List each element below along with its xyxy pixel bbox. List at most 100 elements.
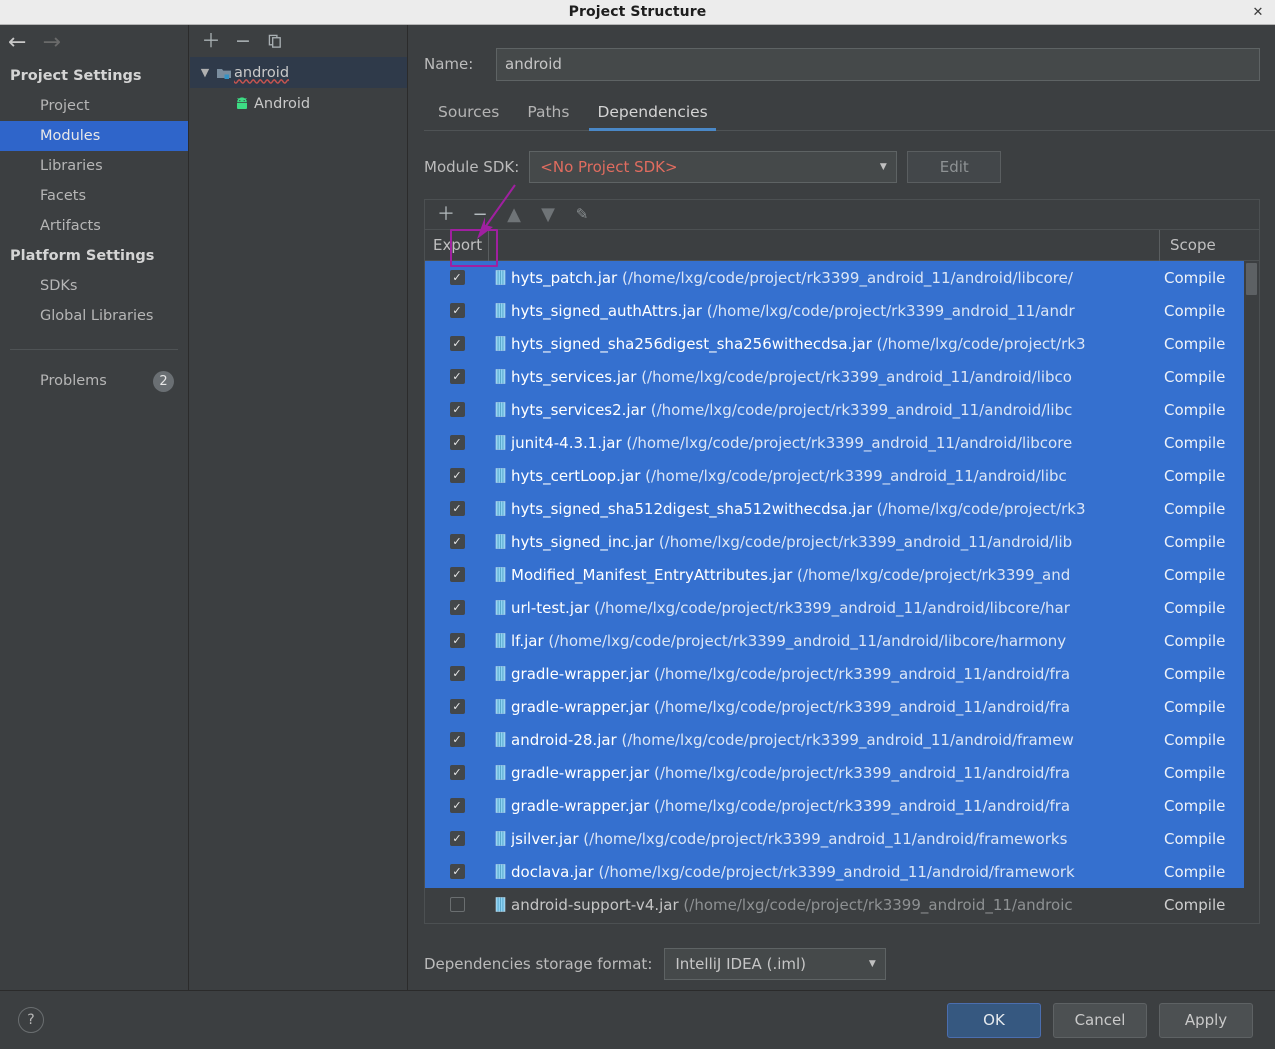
table-row[interactable]: ✓ hyts_signed_inc.jar (/home/lxg/code/pro… [425, 525, 1259, 558]
export-checkbox[interactable]: ✓ [449, 732, 465, 747]
column-header-name[interactable] [489, 230, 1160, 261]
export-checkbox[interactable]: ✓ [449, 765, 465, 780]
sidebar-item-libraries[interactable]: Libraries [0, 151, 188, 181]
table-row[interactable]: ✓ hyts_services2.jar (/home/lxg/code/proj… [425, 393, 1259, 426]
export-checkbox[interactable]: ✓ [449, 567, 465, 582]
scope-value: Compile [1164, 466, 1226, 485]
export-checkbox-cell[interactable] [425, 897, 489, 912]
export-checkbox[interactable]: ✓ [449, 831, 465, 846]
table-row[interactable]: android-support-v4.jar (/home/lxg/code/p… [425, 888, 1259, 921]
export-checkbox-cell[interactable]: ✓ [425, 699, 489, 714]
export-checkbox-cell[interactable]: ✓ [425, 534, 489, 549]
export-checkbox[interactable]: ✓ [449, 534, 465, 549]
apply-button[interactable]: Apply [1159, 1002, 1253, 1038]
export-checkbox[interactable]: ✓ [449, 303, 465, 318]
tab-sources[interactable]: Sources [424, 103, 513, 130]
table-row[interactable]: ✓ hyts_signed_authAttrs.jar (/home/lxg/co… [425, 294, 1259, 327]
sidebar-item-global-libraries[interactable]: Global Libraries [0, 301, 188, 331]
table-row[interactable]: ✓ android-28.jar (/home/lxg/code/project/… [425, 723, 1259, 756]
export-checkbox[interactable]: ✓ [449, 402, 465, 417]
export-checkbox[interactable]: ✓ [449, 798, 465, 813]
copy-icon[interactable] [264, 30, 286, 52]
export-checkbox-cell[interactable]: ✓ [425, 831, 489, 846]
edit-sdk-button[interactable]: Edit [907, 151, 1002, 183]
scrollbar-thumb[interactable] [1246, 263, 1257, 295]
export-checkbox[interactable]: ✓ [449, 600, 465, 615]
table-row[interactable]: ✓ gradle-wrapper.jar (/home/lxg/code/proj… [425, 789, 1259, 822]
tab-dependencies[interactable]: Dependencies [583, 103, 721, 131]
arrow-right-icon[interactable]: → [42, 32, 60, 54]
table-row[interactable]: ✓ hyts_certLoop.jar (/home/lxg/code/proje… [425, 459, 1259, 492]
export-checkbox-cell[interactable]: ✓ [425, 501, 489, 516]
table-row[interactable]: ✓ hyts_services.jar (/home/lxg/code/proje… [425, 360, 1259, 393]
add-icon[interactable]: ＋ [200, 30, 222, 52]
export-checkbox[interactable]: ✓ [449, 864, 465, 879]
tab-paths[interactable]: Paths [513, 103, 583, 130]
export-checkbox-cell[interactable]: ✓ [425, 369, 489, 384]
export-checkbox-cell[interactable]: ✓ [425, 270, 489, 285]
table-row[interactable]: ✓ junit4-4.3.1.jar (/home/lxg/code/projec… [425, 426, 1259, 459]
chevron-down-icon[interactable]: ▼ [196, 66, 214, 79]
column-header-export[interactable]: Export [425, 230, 489, 261]
storage-format-select[interactable]: IntelliJ IDEA (.iml) ▼ [664, 947, 887, 980]
export-checkbox-cell[interactable]: ✓ [425, 567, 489, 582]
table-row[interactable]: ✓ gradle-wrapper.jar (/home/lxg/code/proj… [425, 657, 1259, 690]
tree-node-android-module[interactable]: ▼ android [190, 57, 407, 88]
close-icon[interactable]: ✕ [1249, 3, 1267, 21]
table-row[interactable]: ✓ gradle-wrapper.jar (/home/lxg/code/proj… [425, 756, 1259, 789]
module-sdk-select[interactable]: <No Project SDK> ▼ [529, 151, 898, 183]
table-row[interactable]: ✓ hyts_signed_sha512digest_sha512withecds… [425, 492, 1259, 525]
export-checkbox-cell[interactable]: ✓ [425, 435, 489, 450]
export-checkbox[interactable] [449, 897, 465, 912]
cancel-button[interactable]: Cancel [1053, 1002, 1147, 1038]
export-checkbox-cell[interactable]: ✓ [425, 336, 489, 351]
sidebar-item-artifacts[interactable]: Artifacts [0, 211, 188, 241]
export-checkbox-cell[interactable]: ✓ [425, 633, 489, 648]
export-checkbox[interactable]: ✓ [449, 435, 465, 450]
export-checkbox-cell[interactable]: ✓ [425, 732, 489, 747]
table-vertical-scrollbar[interactable] [1244, 261, 1259, 923]
export-checkbox-cell[interactable]: ✓ [425, 765, 489, 780]
sidebar-item-modules[interactable]: Modules [0, 121, 188, 151]
export-checkbox[interactable]: ✓ [449, 270, 465, 285]
export-checkbox[interactable]: ✓ [449, 501, 465, 516]
table-row[interactable]: ✓ gradle-wrapper.jar (/home/lxg/code/proj… [425, 690, 1259, 723]
table-row[interactable]: ✓ hyts_signed_sha256digest_sha256withecds… [425, 327, 1259, 360]
export-checkbox-cell[interactable]: ✓ [425, 798, 489, 813]
export-checkbox-cell[interactable]: ✓ [425, 468, 489, 483]
question-mark-icon[interactable]: ? [18, 1007, 44, 1033]
sidebar-item-facets[interactable]: Facets [0, 181, 188, 211]
add-icon[interactable]: ＋ [431, 202, 461, 228]
export-checkbox[interactable]: ✓ [449, 369, 465, 384]
table-row[interactable]: ✓ url-test.jar (/home/lxg/code/project/rk… [425, 591, 1259, 624]
export-checkbox-cell[interactable]: ✓ [425, 303, 489, 318]
sidebar-item-project[interactable]: Project [0, 91, 188, 121]
export-checkbox[interactable]: ✓ [449, 666, 465, 681]
move-up-icon[interactable]: ▲ [499, 202, 529, 228]
export-checkbox[interactable]: ✓ [449, 699, 465, 714]
table-row[interactable]: ✓ hyts_patch.jar (/home/lxg/code/project/… [425, 261, 1259, 294]
table-row[interactable]: ✓ jsilver.jar (/home/lxg/code/project/rk3… [425, 822, 1259, 855]
export-checkbox-cell[interactable]: ✓ [425, 402, 489, 417]
dependency-file-name: hyts_signed_inc.jar [511, 532, 655, 551]
table-row[interactable]: ✓ lf.jar (/home/lxg/code/project/rk3399_a… [425, 624, 1259, 657]
ok-button[interactable]: OK [947, 1002, 1041, 1038]
table-row[interactable]: ✓ doclava.jar (/home/lxg/code/project/rk3… [425, 855, 1259, 888]
edit-pencil-icon[interactable]: ✎ [567, 202, 597, 228]
tree-node-android-facet[interactable]: Android [190, 88, 407, 119]
export-checkbox[interactable]: ✓ [449, 336, 465, 351]
table-row[interactable]: ✓ Modified_Manifest_EntryAttributes.jar (… [425, 558, 1259, 591]
module-name-input[interactable] [496, 47, 1260, 81]
export-checkbox-cell[interactable]: ✓ [425, 600, 489, 615]
remove-icon[interactable]: − [465, 202, 495, 228]
export-checkbox[interactable]: ✓ [449, 468, 465, 483]
remove-icon[interactable]: − [232, 30, 254, 52]
export-checkbox[interactable]: ✓ [449, 633, 465, 648]
sidebar-item-problems[interactable]: Problems 2 [0, 366, 188, 396]
export-checkbox-cell[interactable]: ✓ [425, 666, 489, 681]
arrow-left-icon[interactable]: ← [8, 32, 26, 54]
export-checkbox-cell[interactable]: ✓ [425, 864, 489, 879]
column-header-scope[interactable]: Scope [1160, 230, 1259, 261]
sidebar-item-sdks[interactable]: SDKs [0, 271, 188, 301]
move-down-icon[interactable]: ▼ [533, 202, 563, 228]
